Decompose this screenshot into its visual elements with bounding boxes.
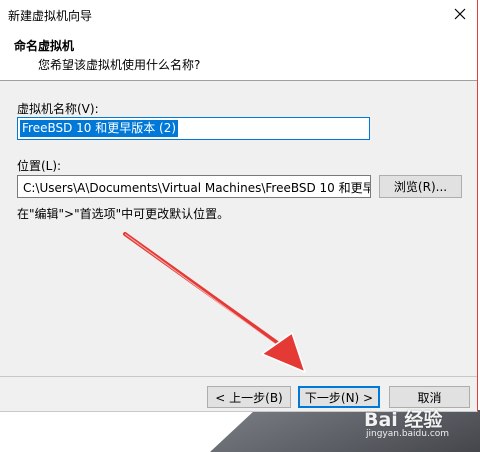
vm-name-input[interactable]: FreeBSD 10 和更早版本 (2)	[17, 117, 370, 140]
baidu-watermark: Bai 经验 jingyan.baidu.com	[364, 405, 474, 449]
new-vm-wizard-dialog: 新建虚拟机向导 命名虚拟机 您希望该虚拟机使用什么名称? 虚拟机名称(V): F…	[0, 0, 478, 412]
title-bar: 新建虚拟机向导	[0, 0, 477, 28]
close-button[interactable]	[443, 0, 477, 28]
location-input[interactable]: C:\Users\A\Documents\Virtual Machines\Fr…	[17, 175, 371, 198]
window-title: 新建虚拟机向导	[8, 9, 93, 23]
vm-name-label: 虚拟机名称(V):	[17, 102, 99, 116]
page-subtitle: 您希望该虚拟机使用什么名称?	[38, 58, 201, 72]
page-title: 命名虚拟机	[14, 39, 75, 53]
wizard-header: 命名虚拟机 您希望该虚拟机使用什么名称?	[0, 28, 477, 81]
vm-name-selected-text: FreeBSD 10 和更早版本 (2)	[20, 120, 179, 137]
browse-button[interactable]: 浏览(R)...	[379, 175, 462, 198]
close-icon	[454, 8, 466, 20]
location-hint: 在"编辑">"首选项"中可更改默认位置。	[17, 207, 230, 221]
footer-separator	[0, 376, 477, 377]
back-button[interactable]: < 上一步(B)	[207, 386, 291, 408]
baidu-url: jingyan.baidu.com	[366, 429, 450, 439]
location-label: 位置(L):	[17, 159, 62, 173]
baidu-logo: Bai 经验	[364, 409, 443, 431]
